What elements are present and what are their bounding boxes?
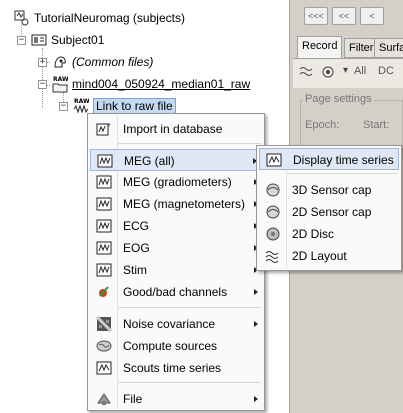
svg-text:+: + [107,122,111,129]
menu-item-meg-all[interactable]: MEG (all) [90,149,262,171]
svg-text:RAW: RAW [74,98,89,105]
menu-item-label: Import in database [123,122,223,136]
menu-item-display-time-series[interactable]: Display time series [259,148,399,170]
menu-item-label: MEG (all) [124,154,175,168]
tree-node-link-raw-label: Link to raw file [93,98,176,114]
menu-item-label: MEG (gradiometers) [123,175,232,189]
menu-item-label: Good/bad channels [123,285,228,299]
menu-item-meg-magnetometers[interactable]: MEG (magnetometers) [90,193,262,215]
protocol-icon [14,10,30,26]
menu-item-noise-covariance[interactable]: Noise covariance [90,313,262,335]
submenu-arrow-icon [254,289,258,295]
menu-item-label: 3D Sensor cap [292,183,372,197]
menu-item-label: Display time series [293,153,394,167]
menu-item-good-bad-channels[interactable]: Good/bad channels [90,281,262,303]
record-toolbar: ▾ All DC [293,58,403,88]
meg-sensor-icon [96,262,112,278]
page-settings-title: Page settings [303,93,374,105]
menu-item-file[interactable]: File [90,388,262,410]
sensor-cap-icon [265,182,281,198]
menu-item-label: 2D Disc [292,227,335,241]
dropdown-arrow-icon: ▾ [343,65,349,76]
menu-item-compute-sources[interactable]: Compute sources [90,335,262,357]
menu-item-stim[interactable]: Stim [90,259,262,281]
meg-sensor-icon [96,196,112,212]
brain-icon [96,338,112,354]
menu-item-label: Noise covariance [123,317,216,331]
meg-sensor-icon [97,153,113,169]
menu-item-3d-sensor-cap[interactable]: 3D Sensor cap [259,179,399,201]
dc-button[interactable]: DC [378,65,394,77]
tree-node-common-files[interactable]: + (Common files) [38,53,153,71]
svg-text:RAW: RAW [53,76,68,83]
tree-node-raw-folder[interactable]: − RAW mind004_050924_median01_raw [38,75,250,93]
menu-item-meg-gradiometers[interactable]: MEG (gradiometers) [90,171,262,193]
collapse-icon[interactable]: − [38,79,47,89]
tree-node-subject[interactable]: − Subject01 [17,31,104,49]
menu-item-label: 2D Layout [292,249,347,263]
epoch-label: Epoch: [305,119,340,131]
layout-icon [265,248,281,264]
menu-item-2d-sensor-cap[interactable]: 2D Sensor cap [259,201,399,223]
nav-prev-fast-button[interactable]: << [332,7,356,25]
meg-sensor-icon [96,218,112,234]
tab-record[interactable]: Record [297,36,343,58]
menu-item-ecg[interactable]: ECG [90,215,262,237]
common-files-icon [52,54,68,70]
nav-prev-button[interactable]: < [360,7,384,25]
meg-sensor-icon [96,240,112,256]
context-menu: + Import in database MEG (all) MEG (grad… [87,113,265,411]
collapse-icon[interactable]: − [59,101,68,111]
menu-item-label: MEG (magnetometers) [123,197,246,211]
import-icon: + [96,121,112,137]
waves-icon[interactable] [299,66,313,81]
menu-item-label: File [123,392,143,406]
meg-all-submenu: Display time series 3D Sensor cap 2D Sen… [256,145,402,271]
good-bad-icon [96,284,112,300]
menu-item-2d-layout[interactable]: 2D Layout [259,245,399,267]
tab-surface[interactable]: Surfa [374,38,403,58]
menu-item-label: Scouts time series [123,361,222,375]
menu-item-import[interactable]: + Import in database [90,118,262,140]
nav-first-button[interactable]: <<< [304,7,328,25]
noise-covariance-icon [95,315,113,333]
tree-node-common-files-label: (Common files) [72,55,154,69]
submenu-arrow-icon [254,321,258,327]
tree-node-protocol-label: TutorialNeuromag (subjects) [34,11,185,25]
menu-item-eog[interactable]: EOG [90,237,262,259]
submenu-arrow-icon [254,396,258,402]
montage-icon[interactable] [321,65,335,82]
tree-node-subject-label: Subject01 [51,33,105,47]
time-series-icon [266,152,282,168]
disc-icon [265,226,281,242]
all-channels-button[interactable]: All [354,65,366,77]
time-series-icon [96,360,112,376]
menu-item-scouts-time-series[interactable]: Scouts time series [90,357,262,379]
meg-sensor-icon [96,174,112,190]
menu-item-2d-disc[interactable]: 2D Disc [259,223,399,245]
menu-item-label: Compute sources [123,339,218,353]
start-label: Start: [363,119,390,131]
expand-icon[interactable]: + [38,57,47,67]
menu-item-label: EOG [123,241,150,255]
file-icon [96,391,112,407]
sensor-cap-icon [265,204,281,220]
menu-item-label: ECG [123,219,150,233]
menu-item-label: Stim [123,263,147,277]
tree-node-raw-folder-label: mind004_050924_median01_raw [72,77,251,91]
raw-folder-icon: RAW [52,75,69,93]
menu-item-label: 2D Sensor cap [292,205,372,219]
collapse-icon[interactable]: − [17,35,26,45]
tree-node-protocol[interactable]: TutorialNeuromag (subjects) [14,9,185,27]
subject-icon [31,32,47,48]
